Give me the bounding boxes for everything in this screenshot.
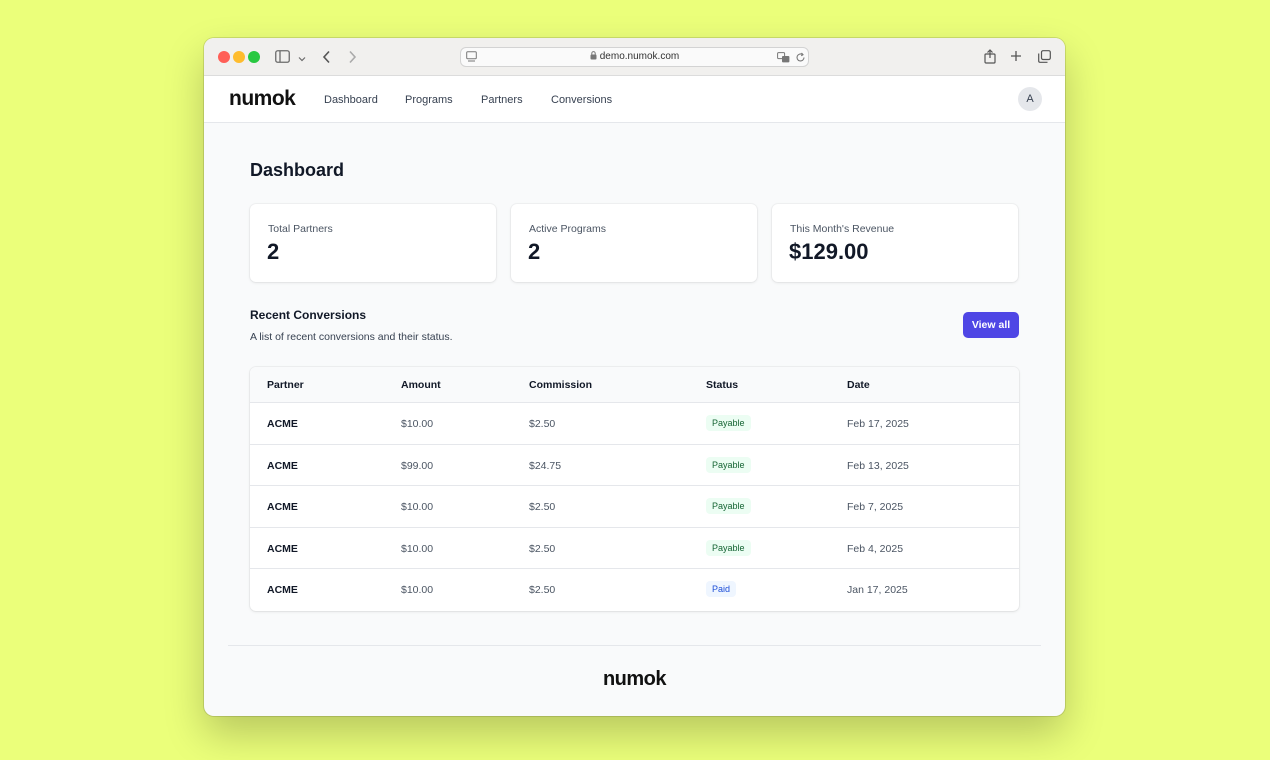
stat-card-monthly-revenue: This Month's Revenue $129.00 [772, 204, 1018, 282]
status-badge: Payable [706, 498, 751, 515]
column-header-partner: Partner [267, 379, 304, 391]
section-description: A list of recent conversions and their s… [250, 331, 453, 343]
table-row: ACME $10.00 $2.50 Paid Jan 17, 2025 [250, 569, 1019, 611]
section-title: Recent Conversions [250, 308, 367, 322]
nav-partners[interactable]: Partners [481, 94, 523, 106]
cell-date: Feb 4, 2025 [847, 542, 904, 555]
cell-amount: $99.00 [401, 459, 434, 472]
stat-label: Total Partners [268, 223, 333, 235]
numok-logo[interactable]: numok [229, 87, 296, 111]
cell-date: Feb 17, 2025 [847, 418, 909, 430]
conversions-table: Partner Amount Commission Status Date AC… [250, 367, 1019, 611]
tabs-overview-icon[interactable] [1038, 50, 1051, 65]
cell-amount: $10.00 [401, 584, 434, 597]
view-all-button[interactable]: View all [963, 312, 1019, 338]
cell-date: Jan 17, 2025 [847, 584, 908, 597]
stat-card-total-partners: Total Partners 2 [250, 204, 496, 282]
status-badge: Payable [706, 415, 751, 431]
stat-label: This Month's Revenue [790, 223, 895, 235]
page-title: Dashboard [250, 160, 345, 180]
sidebar-icon[interactable] [275, 50, 290, 65]
cell-partner: ACME [267, 584, 298, 597]
footer-divider [228, 645, 1041, 646]
table-header: Partner Amount Commission Status Date [250, 367, 1019, 403]
column-header-commission: Commission [529, 379, 593, 391]
stat-value: 2 [528, 239, 541, 264]
status-badge: Payable [706, 539, 751, 556]
cell-commission: $2.50 [529, 501, 556, 514]
nav-programs[interactable]: Programs [405, 94, 453, 106]
table-row: ACME $10.00 $2.50 Payable Feb 4, 2025 [250, 528, 1019, 570]
reload-icon[interactable] [795, 51, 806, 65]
zoom-window-button[interactable] [248, 51, 260, 63]
nav-dashboard[interactable]: Dashboard [324, 94, 378, 106]
cell-partner: ACME [267, 542, 298, 555]
user-avatar[interactable]: A [1018, 87, 1042, 111]
back-arrow-icon[interactable] [322, 50, 331, 66]
cell-commission: $2.50 [529, 584, 556, 597]
forward-arrow-icon[interactable] [348, 50, 357, 66]
browser-window: demo.numok.com numok Dashboard Programs … [204, 38, 1065, 716]
close-window-button[interactable] [218, 51, 230, 63]
table-row: ACME $10.00 $2.50 Payable Feb 7, 2025 [250, 486, 1019, 528]
cell-commission: $2.50 [529, 418, 556, 430]
share-icon[interactable] [984, 49, 996, 66]
stat-label: Active Programs [529, 223, 607, 235]
translate-icon[interactable] [777, 51, 790, 65]
cell-date: Feb 7, 2025 [847, 501, 904, 514]
cell-commission: $2.50 [529, 542, 556, 555]
cell-partner: ACME [267, 459, 298, 472]
table-row: ACME $99.00 $24.75 Payable Feb 13, 2025 [250, 445, 1019, 487]
stat-value: 2 [267, 239, 280, 264]
browser-toolbar: demo.numok.com [204, 38, 1065, 76]
cell-date: Feb 13, 2025 [847, 459, 909, 472]
nav-conversions[interactable]: Conversions [551, 94, 612, 106]
status-badge: Payable [706, 456, 751, 473]
table-row: ACME $10.00 $2.50 Payable Feb 17, 2025 [250, 403, 1019, 445]
stat-card-active-programs: Active Programs 2 [511, 204, 757, 282]
minimize-window-button[interactable] [233, 51, 245, 63]
top-navigation: numok Dashboard Programs Partners Conver… [204, 76, 1065, 123]
cell-partner: ACME [267, 418, 298, 430]
address-text: demo.numok.com [461, 51, 808, 63]
column-header-date: Date [847, 379, 870, 391]
cell-partner: ACME [267, 501, 298, 514]
column-header-amount: Amount [401, 379, 441, 391]
address-bar[interactable]: demo.numok.com [460, 47, 809, 67]
chevron-down-icon[interactable] [298, 51, 306, 65]
cell-amount: $10.00 [401, 418, 434, 430]
cell-commission: $24.75 [529, 459, 562, 472]
footer-logo: numok [602, 668, 667, 690]
status-badge: Paid [706, 581, 737, 598]
stat-value: $129.00 [789, 239, 869, 264]
cell-amount: $10.00 [401, 542, 434, 555]
lock-icon [590, 51, 597, 63]
cell-amount: $10.00 [401, 501, 434, 514]
column-header-status: Status [706, 379, 739, 391]
url-text: demo.numok.com [599, 51, 680, 62]
plus-icon[interactable] [1010, 50, 1022, 64]
